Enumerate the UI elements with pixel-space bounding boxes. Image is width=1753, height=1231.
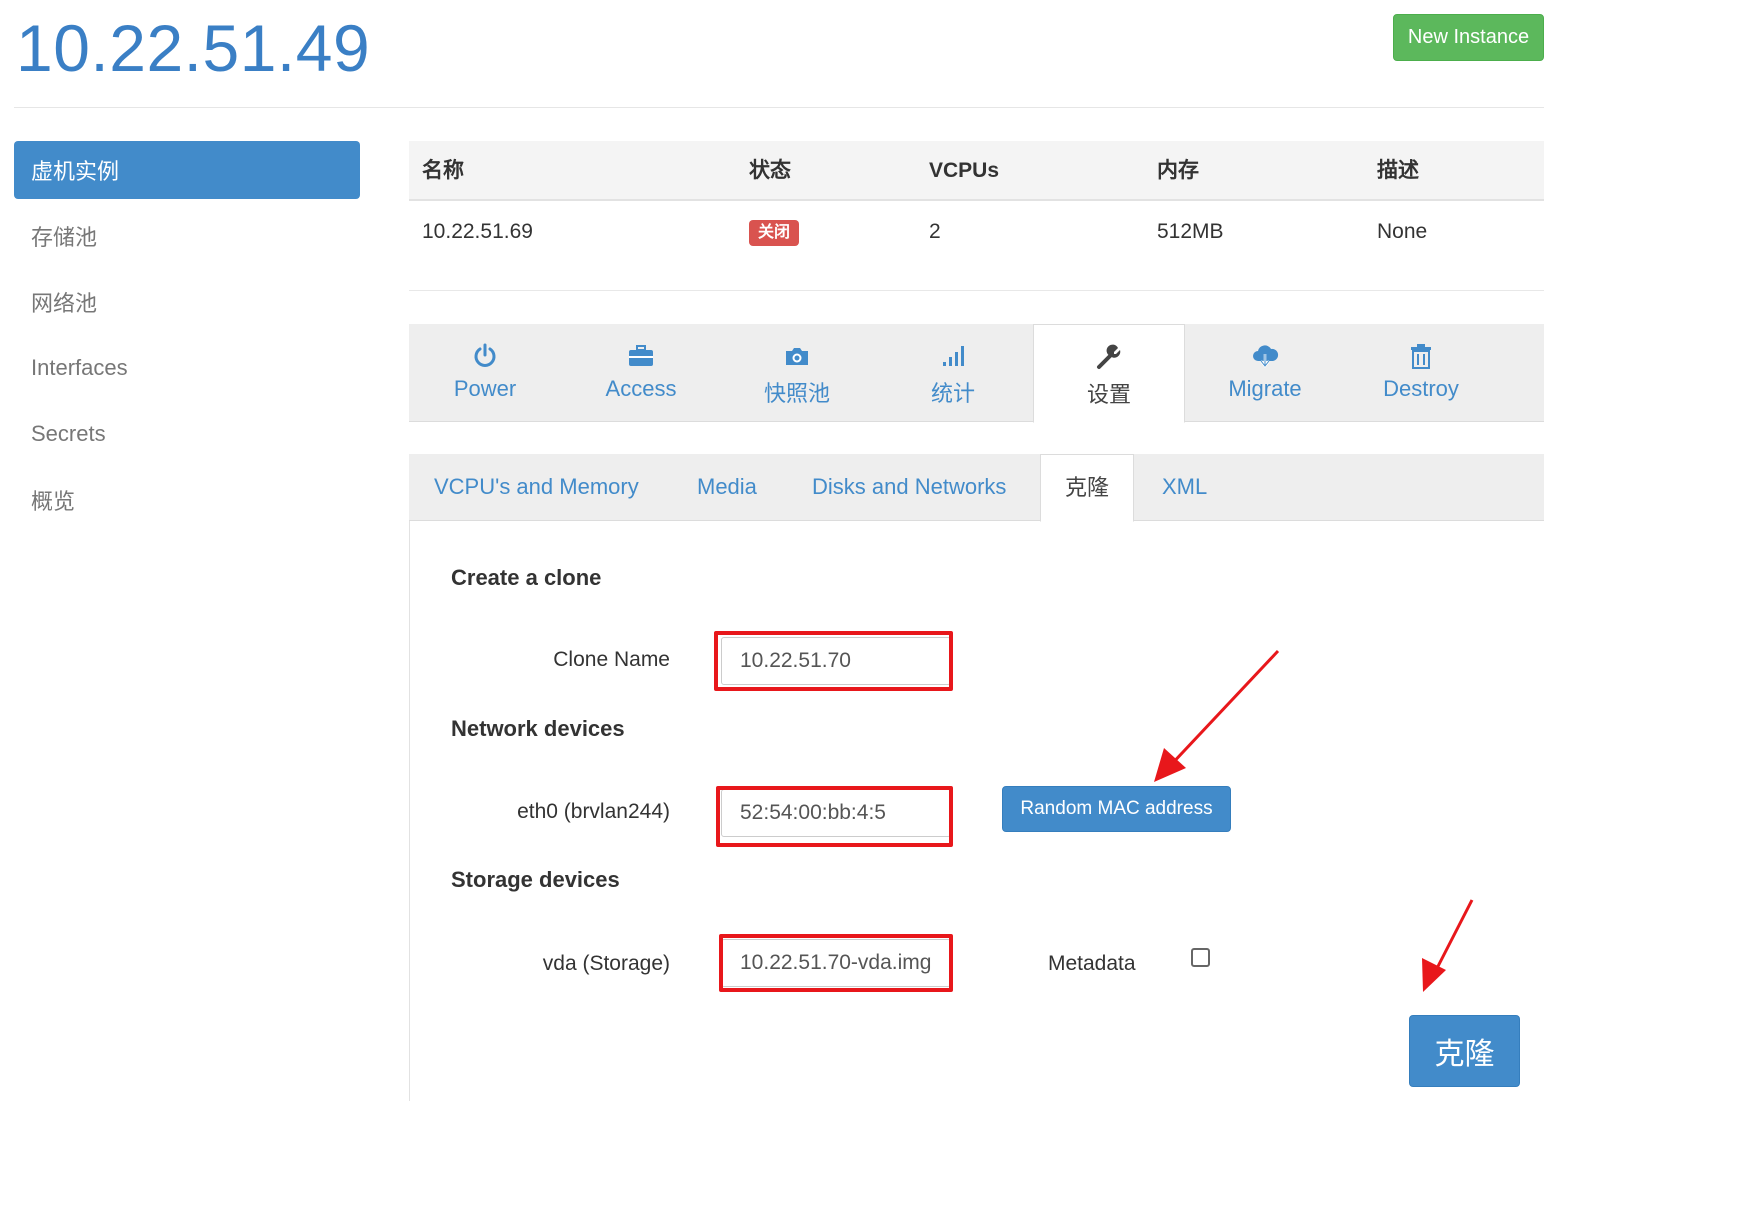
sidebar-item-instances[interactable]: 虚机实例 (14, 141, 360, 199)
wrench-icon (1096, 343, 1122, 371)
vda-label: vda (Storage) (542, 952, 670, 975)
tab-xml[interactable]: XML (1162, 454, 1207, 521)
new-instance-button[interactable]: New Instance (1393, 14, 1544, 61)
tab-power[interactable]: Power (409, 324, 561, 422)
create-clone-heading: Create a clone (451, 565, 602, 590)
tab-settings[interactable]: 设置 (1033, 324, 1185, 423)
sidebar: 虚机实例 存储池 网络池 Interfaces Secrets 概览 (14, 141, 360, 537)
sidebar-item-storage-pools[interactable]: 存储池 (14, 207, 360, 265)
camera-icon (784, 342, 810, 370)
instance-memory-cell: 512MB (1157, 220, 1224, 243)
tab-access-label: Access (605, 376, 677, 401)
briefcase-icon (628, 342, 654, 370)
settings-tabs: VCPU's and Memory Media Disks and Networ… (409, 454, 1544, 522)
tab-destroy[interactable]: Destroy (1345, 324, 1497, 422)
sidebar-item-overview[interactable]: 概览 (14, 471, 360, 529)
clone-submit-button[interactable]: 克隆 (1409, 1015, 1520, 1087)
instance-vcpus-cell: 2 (929, 220, 941, 243)
tab-snapshots[interactable]: 快照池 (721, 324, 873, 422)
header-divider (14, 107, 1544, 108)
trash-icon (1410, 342, 1432, 370)
metadata-label: Metadata (1048, 952, 1136, 975)
instance-action-tabs: Power Access 快照池 统计 设置 Migrate Destroy (409, 324, 1544, 423)
tab-migrate-label: Migrate (1228, 376, 1302, 401)
highlight-box-vda (719, 934, 953, 992)
tab-access[interactable]: Access (565, 324, 717, 422)
column-header-memory: 内存 (1157, 159, 1199, 182)
eth0-label: eth0 (brvlan244) (517, 800, 670, 823)
tab-settings-label: 设置 (1086, 382, 1131, 407)
tab-vcpu-memory[interactable]: VCPU's and Memory (434, 454, 639, 521)
network-devices-heading: Network devices (451, 716, 625, 741)
tab-destroy-label: Destroy (1383, 376, 1459, 401)
tab-clone[interactable]: 克隆 (1040, 454, 1134, 522)
instance-table: 名称 状态 VCPUs 内存 描述 10.22.51.69 关闭 2 512MB… (409, 141, 1544, 291)
instance-description-cell: None (1377, 220, 1428, 243)
page-title: 10.22.51.49 (16, 11, 371, 85)
tab-disks-networks[interactable]: Disks and Networks (812, 454, 1006, 521)
status-badge: 关闭 (749, 220, 800, 246)
tab-media[interactable]: Media (697, 454, 757, 521)
column-header-vcpus: VCPUs (929, 159, 1000, 182)
highlight-box-clone-name (714, 631, 953, 691)
table-header: 名称 状态 VCPUs 内存 描述 (409, 141, 1544, 201)
storage-devices-heading: Storage devices (451, 867, 620, 892)
table-row: 10.22.51.69 关闭 2 512MB None (409, 201, 1544, 291)
power-icon (473, 342, 497, 370)
column-header-status: 状态 (749, 159, 791, 182)
tab-migrate[interactable]: Migrate (1189, 324, 1341, 422)
sidebar-item-secrets[interactable]: Secrets (14, 405, 360, 463)
clone-panel: Create a clone Clone Name 10.22.51.70 Ne… (409, 521, 1544, 1101)
clone-name-label: Clone Name (553, 648, 670, 671)
cloud-download-icon (1251, 342, 1279, 370)
tab-snapshots-label: 快照池 (763, 381, 830, 406)
tab-stats-label: 统计 (930, 381, 975, 406)
signal-icon (941, 342, 965, 370)
sidebar-item-network-pools[interactable]: 网络池 (14, 273, 360, 331)
metadata-checkbox[interactable] (1191, 948, 1210, 967)
column-header-description: 描述 (1377, 159, 1419, 182)
tab-power-label: Power (453, 376, 517, 401)
sidebar-item-interfaces[interactable]: Interfaces (14, 339, 360, 397)
column-header-name: 名称 (422, 159, 464, 182)
highlight-box-mac (716, 786, 953, 847)
tab-stats[interactable]: 统计 (877, 324, 1029, 422)
instance-name-cell: 10.22.51.69 (422, 220, 533, 243)
random-mac-button[interactable]: Random MAC address (1002, 786, 1231, 832)
